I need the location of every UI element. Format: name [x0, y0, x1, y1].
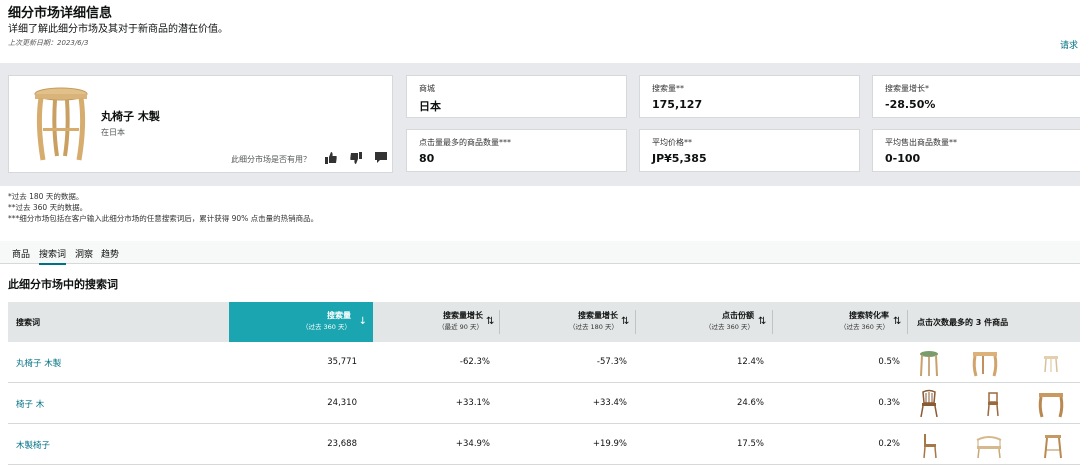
- click-share-value: 17.5%: [736, 439, 764, 449]
- product-location: 在日本: [101, 128, 125, 137]
- product-thumbnail[interactable]: [1038, 430, 1068, 460]
- product-thumbnail[interactable]: [914, 348, 944, 378]
- search-term-link[interactable]: 椅子 木: [16, 398, 44, 410]
- last-updated: 上次更新日期：2023/6/3: [8, 39, 89, 47]
- conversion-value: 0.3%: [878, 398, 900, 408]
- sort-icon[interactable]: ⇅: [621, 316, 629, 327]
- product-thumbnail[interactable]: [970, 348, 1000, 378]
- header-sublabel: （最近 90 天）: [438, 323, 483, 331]
- stat-marketplace: 商城 日本: [406, 75, 627, 118]
- tab-bar: 商品 搜索词 洞察 趋势: [0, 241, 1080, 265]
- header-sublabel: （过去 180 天）: [568, 323, 618, 331]
- header-sublabel: （过去 360 天）: [704, 323, 754, 331]
- header-growth-90[interactable]: 搜索量增长 （最近 90 天）: [373, 302, 493, 342]
- product-thumbnail[interactable]: [978, 389, 1008, 419]
- stat-value: JP¥5,385: [652, 152, 707, 165]
- tab-search-terms[interactable]: 搜索词: [39, 247, 67, 265]
- stat-label: 平均售出商品数量**: [885, 138, 957, 147]
- search-volume-value: 35,771: [327, 357, 357, 367]
- table-row[interactable]: 丸椅子 木製 35,771 -62.3% -57.3% 12.4% 0.5%: [8, 342, 1080, 383]
- growth-90-value: -62.3%: [459, 357, 490, 367]
- product-thumbnail[interactable]: [1036, 348, 1066, 378]
- header-click-share[interactable]: 点击份额 （过去 360 天）: [636, 302, 754, 342]
- column-divider: [907, 310, 908, 334]
- header-label: 点击份额: [722, 311, 754, 320]
- conversion-value: 0.2%: [878, 439, 900, 449]
- sort-icon[interactable]: ⇅: [486, 316, 494, 327]
- tab-trends[interactable]: 趋势: [101, 247, 119, 260]
- click-share-value: 24.6%: [736, 398, 764, 408]
- footnote: ***细分市场包括在客户输入此细分市场的任意搜索词后，累计获得 90% 点击量的…: [8, 214, 319, 223]
- stat-average-units-sold: 平均售出商品数量** 0-100: [872, 129, 1080, 172]
- product-thumbnail[interactable]: [914, 389, 944, 419]
- search-term-link[interactable]: 丸椅子 木製: [16, 357, 61, 369]
- growth-180-value: +33.4%: [592, 398, 627, 408]
- header-label: 搜索转化率: [849, 311, 889, 320]
- tab-products[interactable]: 商品: [12, 247, 30, 260]
- thumbs-down-icon[interactable]: [350, 152, 362, 167]
- header-label: 搜索词: [16, 318, 40, 327]
- header-search-volume[interactable]: 搜索量 （过去 360 天） ↓: [229, 302, 373, 342]
- click-share-value: 12.4%: [736, 357, 764, 367]
- stat-value: 175,127: [652, 98, 703, 111]
- product-thumbnail[interactable]: [1036, 389, 1066, 419]
- footnote: *过去 180 天的数据。: [8, 192, 84, 201]
- header-conversion[interactable]: 搜索转化率 （过去 360 天）: [773, 302, 889, 342]
- stat-label: 平均价格**: [652, 138, 692, 147]
- product-thumbnail[interactable]: [914, 430, 944, 460]
- stat-label: 搜索量增长*: [885, 84, 929, 93]
- product-thumbnail[interactable]: [974, 430, 1004, 460]
- search-term-link[interactable]: 木製椅子: [16, 439, 50, 451]
- comment-icon[interactable]: [375, 152, 387, 167]
- request-link[interactable]: 请求: [1060, 38, 1078, 51]
- header-label: 搜索量增长: [578, 311, 618, 320]
- stat-value: -28.50%: [885, 98, 936, 111]
- conversion-value: 0.5%: [878, 357, 900, 367]
- table-row[interactable]: 木製椅子 23,688 +34.9% +19.9% 17.5% 0.2%: [8, 424, 1080, 465]
- stat-value: 0-100: [885, 152, 921, 165]
- product-name: 丸椅子 木製: [101, 110, 160, 123]
- sort-icon[interactable]: ⇅: [758, 316, 766, 327]
- header-label: 点击次数最多的 3 件商品: [917, 318, 1009, 327]
- header-search-term: 搜索词: [16, 302, 216, 342]
- stool-image: [34, 87, 88, 161]
- stat-label: 商城: [419, 84, 435, 93]
- footnote: **过去 360 天的数据。: [8, 203, 88, 212]
- stat-value: 日本: [419, 100, 441, 113]
- growth-90-value: +34.9%: [455, 439, 490, 449]
- page-title: 细分市场详细信息: [8, 6, 113, 21]
- stat-label: 搜索量**: [652, 84, 684, 93]
- header-sublabel: （过去 360 天）: [301, 323, 351, 331]
- stat-top-clicked-count: 点击量最多的商品数量*** 80: [406, 129, 627, 172]
- product-card: 丸椅子 木製 在日本 此细分市场是否有用？: [8, 75, 393, 173]
- search-volume-value: 24,310: [327, 398, 357, 408]
- header-sublabel: （过去 360 天）: [839, 323, 889, 331]
- arrow-down-icon: ↓: [358, 316, 367, 327]
- sort-icon[interactable]: ⇅: [893, 316, 901, 327]
- footnotes: *过去 180 天的数据。 **过去 360 天的数据。 ***细分市场包括在客…: [8, 191, 318, 224]
- thumbs-up-icon[interactable]: [325, 152, 337, 167]
- feedback-question: 此细分市场是否有用？: [231, 155, 311, 164]
- growth-180-value: +19.9%: [592, 439, 627, 449]
- stat-search-growth: 搜索量增长* -28.50%: [872, 75, 1080, 118]
- stat-search-volume: 搜索量** 175,127: [639, 75, 860, 118]
- header-label: 搜索量: [327, 311, 351, 320]
- header-label: 搜索量增长: [443, 311, 483, 320]
- page-subtitle: 详细了解此细分市场及其对于新商品的潜在价值。: [8, 24, 228, 35]
- growth-180-value: -57.3%: [596, 357, 627, 367]
- stat-value: 80: [419, 152, 435, 165]
- section-title: 此细分市场中的搜索词: [8, 278, 118, 291]
- header-top-products: 点击次数最多的 3 件商品: [917, 302, 1077, 342]
- search-volume-value: 23,688: [327, 439, 357, 449]
- table-row[interactable]: 椅子 木 24,310 +33.1% +33.4% 24.6% 0.3%: [8, 383, 1080, 424]
- table-header: 搜索词 搜索量 （过去 360 天） ↓ 搜索量增长 （最近 90 天） ⇅ 搜…: [8, 302, 1080, 342]
- tab-insights[interactable]: 洞察: [75, 247, 93, 260]
- stat-label: 点击量最多的商品数量***: [419, 138, 511, 147]
- stat-average-price: 平均价格** JP¥5,385: [639, 129, 860, 172]
- header-growth-180[interactable]: 搜索量增长 （过去 180 天）: [500, 302, 618, 342]
- growth-90-value: +33.1%: [455, 398, 490, 408]
